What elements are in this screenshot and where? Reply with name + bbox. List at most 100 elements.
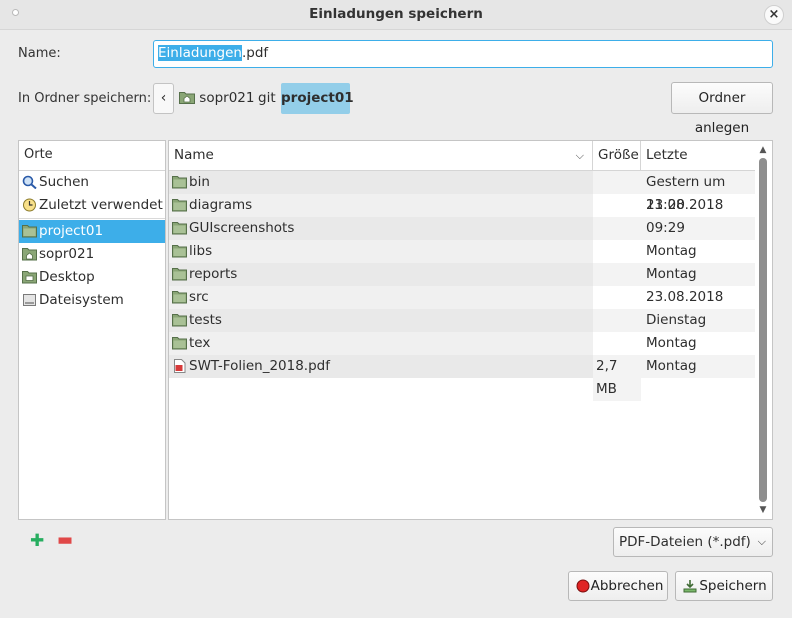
file-modified: 23.08.2018 xyxy=(646,197,724,213)
file-list-header: Name ⌵ Größe Letzte Änderung xyxy=(169,141,755,192)
sort-chevron-down-icon: ⌵ xyxy=(575,149,584,162)
pdf-file-icon xyxy=(174,359,186,373)
file-name: src xyxy=(189,289,209,305)
filename-extension-text: .pdf xyxy=(241,45,269,61)
save-label: Speichern xyxy=(699,578,767,594)
vertical-scrollbar[interactable]: ▲ ▼ xyxy=(756,142,770,518)
folder-label: In Ordner speichern: xyxy=(18,91,152,106)
chevron-left-icon: ‹ xyxy=(160,90,167,106)
breadcrumb-git[interactable]: git xyxy=(258,83,276,114)
places-item-label: Suchen xyxy=(39,174,89,190)
save-button[interactable]: Speichern xyxy=(675,571,773,601)
file-name: libs xyxy=(189,243,213,259)
file-row[interactable]: SWT-Folien_2018.pdf 2,7 MB Montag xyxy=(169,355,755,401)
plus-icon: ✚ xyxy=(30,531,45,551)
file-row-name-bg xyxy=(169,332,593,355)
close-button[interactable]: × xyxy=(764,5,784,25)
file-modified: Dienstag xyxy=(646,312,707,328)
chevron-down-icon: ⌵ xyxy=(757,535,766,548)
places-item-sopr021[interactable]: sopr021 xyxy=(19,243,165,266)
places-item-search[interactable]: Suchen xyxy=(19,171,165,194)
places-header: Orte xyxy=(19,141,165,171)
filter-selected-value: PDF-Dateien (*.pdf) xyxy=(619,534,751,550)
places-item-project01[interactable]: project01 xyxy=(19,220,165,243)
desktop-folder-icon xyxy=(22,271,37,284)
file-type-filter-select[interactable]: PDF-Dateien (*.pdf) ⌵ xyxy=(613,527,773,557)
places-item-recent[interactable]: Zuletzt verwendet xyxy=(19,194,165,217)
file-modified: 23.08.2018 xyxy=(646,289,724,305)
file-row[interactable]: reports Montag xyxy=(169,263,755,286)
new-folder-button[interactable]: Ordner anlegen xyxy=(671,82,773,136)
file-row-name-bg xyxy=(169,171,593,194)
home-folder-icon xyxy=(22,248,37,261)
file-row[interactable]: GUIscreenshots 09:29 xyxy=(169,217,755,240)
file-name: GUIscreenshots xyxy=(189,220,295,236)
file-row[interactable]: bin Gestern um 11:20 xyxy=(169,171,755,213)
cancel-label: Abbrechen xyxy=(590,578,664,594)
home-folder-icon xyxy=(179,92,195,104)
path-back-button[interactable]: ‹ xyxy=(153,83,174,114)
drive-icon xyxy=(23,294,36,306)
cancel-icon xyxy=(576,579,590,593)
file-name: diagrams xyxy=(189,197,253,213)
scroll-down-icon[interactable]: ▼ xyxy=(757,504,769,516)
window-title: Einladungen speichern xyxy=(309,6,483,22)
file-name: SWT-Folien_2018.pdf xyxy=(189,358,330,374)
add-place-button[interactable]: ✚ xyxy=(30,531,44,551)
file-modified: Montag xyxy=(646,266,697,282)
folder-icon xyxy=(172,222,187,235)
file-name: bin xyxy=(189,174,210,190)
places-item-label: Desktop xyxy=(39,269,95,285)
file-name: reports xyxy=(189,266,238,282)
breadcrumb-sopr021[interactable]: sopr021 xyxy=(179,83,254,114)
file-modified: 09:29 xyxy=(646,220,685,236)
remove-place-button[interactable]: ▬ xyxy=(57,530,73,550)
folder-icon xyxy=(172,291,187,304)
places-sidebar: Orte Suchen Zuletzt verwendet project01 … xyxy=(18,140,166,520)
file-row-name-bg xyxy=(169,309,593,332)
file-modified: Montag xyxy=(646,335,697,351)
name-label: Name: xyxy=(18,46,61,61)
file-list: Name ⌵ Größe Letzte Änderung binGestern … xyxy=(168,140,773,520)
column-header-modified[interactable]: Letzte Änderung xyxy=(641,141,755,192)
breadcrumb-project01[interactable]: project01 xyxy=(281,83,354,114)
folder-icon xyxy=(172,314,187,327)
search-icon xyxy=(22,175,37,189)
file-row-name-bg xyxy=(169,286,593,309)
places-item-label: Zuletzt verwendet xyxy=(39,197,163,213)
save-icon xyxy=(683,580,697,593)
column-header-label: Name xyxy=(174,147,214,163)
scroll-up-icon[interactable]: ▲ xyxy=(757,144,769,156)
column-header-name[interactable]: Name ⌵ xyxy=(169,141,593,171)
recent-icon xyxy=(23,198,36,212)
filename-input[interactable]: Einladungen.pdf xyxy=(153,40,773,68)
file-row[interactable]: src 23.08.2018 xyxy=(169,286,755,309)
places-item-filesystem[interactable]: Dateisystem xyxy=(19,289,165,312)
cancel-button[interactable]: Abbrechen xyxy=(568,571,668,601)
file-modified: Montag xyxy=(646,243,697,259)
breadcrumb-label: sopr021 xyxy=(199,90,255,106)
file-name: tests xyxy=(189,312,222,328)
scroll-thumb[interactable] xyxy=(759,158,767,502)
places-item-desktop[interactable]: Desktop xyxy=(19,266,165,289)
file-name: tex xyxy=(189,335,211,351)
minus-icon: ▬ xyxy=(57,530,74,550)
folder-icon xyxy=(172,337,187,350)
file-row-name-bg xyxy=(169,240,593,263)
folder-icon xyxy=(172,199,187,212)
places-item-label: project01 xyxy=(39,223,104,239)
file-row[interactable]: libs Montag xyxy=(169,240,755,263)
folder-icon xyxy=(172,176,187,189)
places-item-label: sopr021 xyxy=(39,246,95,262)
file-rows: bin Gestern um 11:20 diagrams 23.08.2018 GUI… xyxy=(169,171,755,401)
filename-selected-text: Einladungen xyxy=(158,45,242,61)
places-separator xyxy=(19,218,165,219)
file-row[interactable]: diagrams 23.08.2018 xyxy=(169,194,755,217)
places-item-label: Dateisystem xyxy=(39,292,124,308)
folder-icon xyxy=(172,245,187,258)
file-row[interactable]: tests Dienstag xyxy=(169,309,755,332)
file-modified: Montag xyxy=(646,358,697,374)
file-row[interactable]: tex Montag xyxy=(169,332,755,355)
column-header-size[interactable]: Größe xyxy=(593,141,641,171)
folder-icon xyxy=(172,268,187,281)
